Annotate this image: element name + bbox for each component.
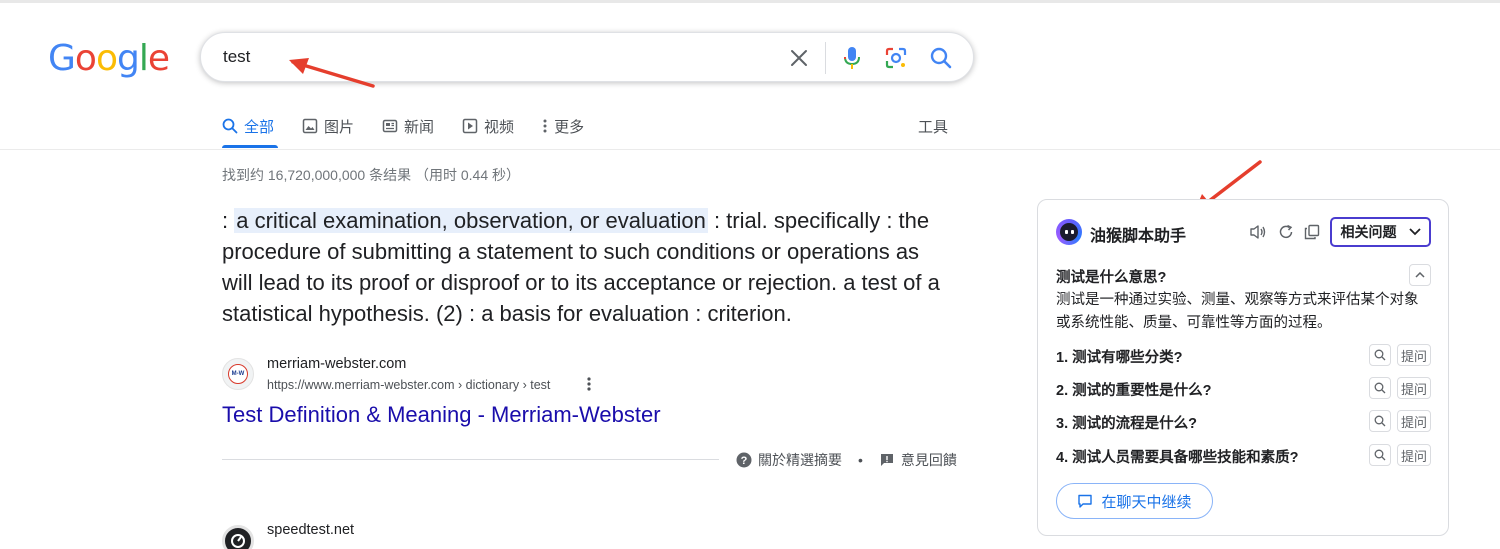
search-icon[interactable] — [1369, 444, 1391, 466]
snippet-prefix: : — [222, 208, 235, 233]
tab-news[interactable]: 新闻 — [382, 113, 434, 139]
continue-in-chat-button[interactable]: 在聊天中继续 — [1056, 483, 1213, 519]
logo-letter: l — [138, 38, 149, 79]
snippet-divider — [222, 459, 719, 460]
result-source[interactable]: speedtest.net — [222, 522, 722, 549]
search-icon[interactable] — [1369, 377, 1391, 399]
more-vert-icon[interactable] — [586, 376, 592, 397]
about-featured-snippets-link[interactable]: ? 關於精選摘要 — [736, 450, 842, 470]
speaker-icon[interactable] — [1248, 222, 1268, 242]
assistant-title: 油猴脚本助手 — [1090, 228, 1187, 245]
image-icon — [302, 118, 318, 134]
ask-button[interactable]: 提问 — [1397, 344, 1431, 366]
copy-icon[interactable] — [1302, 222, 1322, 242]
tab-all[interactable]: 全部 — [222, 113, 274, 139]
logo-letter: G — [48, 38, 76, 79]
answer-text: 测试是一种通过实验、测量、观察等方式来评估某个对象或系统性能、质量、可靠性等方面… — [1056, 292, 1419, 331]
chat-icon — [1078, 494, 1093, 508]
tab-more[interactable]: 更多 — [542, 113, 584, 139]
ask-button[interactable]: 提问 — [1397, 444, 1431, 466]
logo-letter: g — [116, 38, 140, 79]
related-button-label: 相关问题 — [1340, 224, 1397, 240]
related-question-text[interactable]: 1. 测试有哪些分类? — [1056, 346, 1182, 367]
assistant-panel: 油猴脚本助手 相关问题 测试是什么意思? 测试是一种通过实验、测量、观察等方式来… — [1037, 199, 1449, 536]
search-icon — [222, 118, 238, 134]
featured-snippet: : a critical examination, observation, o… — [222, 205, 952, 329]
site-name: speedtest.net — [267, 522, 355, 538]
close-icon[interactable] — [786, 45, 812, 71]
separator-dot: • — [858, 452, 863, 468]
nav-divider — [0, 149, 1500, 150]
microphone-icon[interactable] — [839, 45, 865, 71]
snippet-highlight: a critical examination, observation, or … — [234, 208, 708, 233]
tab-images[interactable]: 图片 — [302, 113, 354, 139]
news-icon — [382, 119, 398, 133]
active-tab-indicator — [222, 145, 278, 148]
search-input[interactable] — [223, 47, 743, 67]
site-name: merriam-webster.com — [267, 356, 407, 372]
result-source[interactable]: M-W merriam-webster.com https://www.merr… — [222, 356, 742, 396]
about-label: 關於精選摘要 — [758, 452, 842, 468]
chevron-down-icon — [1408, 228, 1421, 236]
favicon-text: M-W — [231, 371, 245, 377]
tab-label: 视频 — [484, 118, 515, 136]
google-logo[interactable]: Google — [48, 38, 170, 79]
feedback-label: 意見回饋 — [900, 452, 957, 468]
refresh-icon[interactable] — [1276, 222, 1296, 242]
camera-lens-icon[interactable] — [883, 45, 909, 71]
more-vert-icon — [543, 119, 547, 133]
related-questions-dropdown[interactable]: 相关问题 — [1330, 217, 1431, 247]
assistant-logo-icon — [1056, 219, 1082, 245]
chevron-up-icon — [1415, 272, 1425, 278]
search-icon[interactable] — [1369, 344, 1391, 366]
search-box — [200, 32, 974, 82]
continue-label: 在聊天中继续 — [1101, 493, 1192, 511]
svg-text:?: ? — [741, 455, 748, 467]
tab-label: 新闻 — [404, 118, 435, 136]
feedback-link[interactable]: 意見回饋 — [879, 450, 957, 470]
related-question-item: 2. 测试的重要性是什么? 提问 — [1056, 377, 1436, 401]
tab-label: 全部 — [244, 118, 275, 136]
search-icon[interactable] — [1369, 410, 1391, 432]
search-divider — [825, 42, 826, 74]
site-url: https://www.merriam-webster.com › dictio… — [267, 378, 551, 392]
related-question-text[interactable]: 4. 测试人员需要具备哪些技能和素质? — [1056, 446, 1298, 467]
logo-letter: o — [95, 38, 118, 79]
logo-letter: o — [74, 38, 97, 79]
related-question-item: 4. 测试人员需要具备哪些技能和素质? 提问 — [1056, 444, 1436, 468]
feedback-icon — [880, 454, 893, 466]
tab-label: 图片 — [324, 118, 355, 136]
logo-letter: e — [147, 38, 170, 79]
question-title: 测试是什么意思? — [1056, 270, 1167, 286]
related-question-item: 3. 测试的流程是什么? 提问 — [1056, 410, 1436, 434]
merriam-webster-favicon: M-W — [222, 358, 254, 390]
tab-label: 更多 — [554, 118, 585, 136]
ask-button[interactable]: 提问 — [1397, 410, 1431, 432]
play-icon — [462, 118, 478, 134]
top-border — [0, 0, 1500, 3]
snippet-feedback-row: ? 關於精選摘要 • 意見回饋 — [736, 450, 957, 470]
search-tabs: 全部 图片 新闻 视频 更多 — [222, 113, 584, 139]
related-question-text[interactable]: 3. 测试的流程是什么? — [1056, 412, 1197, 433]
related-question-text[interactable]: 2. 测试的重要性是什么? — [1056, 379, 1211, 400]
tab-videos[interactable]: 视频 — [462, 113, 514, 139]
related-question-item: 1. 测试有哪些分类? 提问 — [1056, 344, 1436, 368]
result-stats: 找到约 16,720,000,000 条结果 （用时 0.44 秒） — [222, 167, 521, 183]
search-icon[interactable] — [928, 45, 954, 71]
speedtest-favicon — [222, 525, 254, 549]
help-icon: ? — [736, 452, 752, 468]
tools-button[interactable]: 工具 — [918, 116, 948, 137]
result-title-link[interactable]: Test Definition & Meaning - Merriam-Webs… — [222, 402, 661, 428]
collapse-button[interactable] — [1409, 264, 1431, 286]
ask-button[interactable]: 提问 — [1397, 377, 1431, 399]
